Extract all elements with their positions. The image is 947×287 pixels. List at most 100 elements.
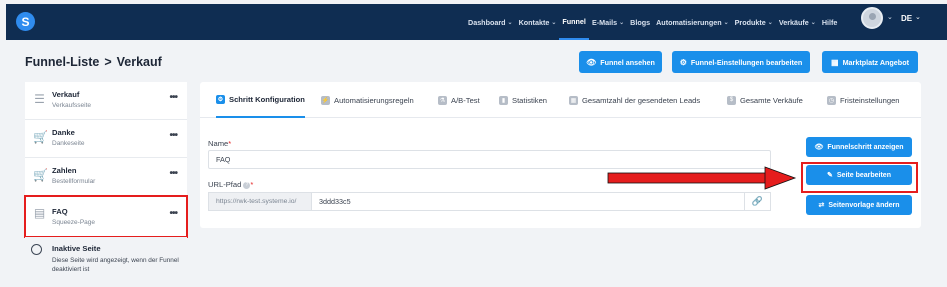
nav-label: Verkäufe xyxy=(778,17,809,27)
more-options-icon[interactable]: ••• xyxy=(169,130,177,141)
more-options-icon[interactable]: ••• xyxy=(169,208,177,219)
tab-label: A/B-Test xyxy=(451,95,480,105)
funnel-step-danke[interactable]: 🛒 Danke Dankeseite ••• xyxy=(25,120,187,158)
link-icon[interactable]: 🔗 xyxy=(745,192,771,211)
page-icon: ☰ xyxy=(34,92,45,106)
funnel-step-zahlen[interactable]: 🛒 Zahlen Bestellformular ••• xyxy=(25,158,187,196)
nav-dashboard[interactable]: Dashboard ⌄ xyxy=(465,4,516,40)
marketplace-icon: ▦ xyxy=(831,57,839,67)
config-icon: ⚙ xyxy=(216,94,225,104)
leads-icon: ▦ xyxy=(569,95,578,105)
cart-icon: 🛒 xyxy=(33,168,48,182)
step-settings-panel: ⚙ Schritt Konfiguration ⚡ Automatisierungs… xyxy=(200,82,921,228)
chevron-down-icon: ⌄ xyxy=(810,19,816,26)
chevron-down-icon: ⌄ xyxy=(507,19,513,26)
gear-icon: ⚙ xyxy=(679,57,687,67)
highlight-box xyxy=(801,162,918,193)
step-type: Squeeze-Page xyxy=(52,219,96,226)
settings-tabs: ⚙ Schritt Konfiguration ⚡ Automatisierungs… xyxy=(200,82,921,118)
marketplace-offer-button[interactable]: ▦ Marktplatz Angebot xyxy=(822,51,918,73)
nav-funnel[interactable]: Funnel xyxy=(559,4,589,40)
inactive-description: Diese Seite wird angezeigt, wenn der Fun… xyxy=(52,257,179,273)
funnel-step-verkauf[interactable]: ☰ Verkauf Verkaufsseite ••• xyxy=(25,82,187,120)
required-mark: * xyxy=(250,180,254,189)
step-type: Verkaufsseite xyxy=(52,102,92,109)
nav-kontakte[interactable]: Kontakte ⌄ xyxy=(516,4,560,40)
edit-funnel-settings-button[interactable]: ⚙ Funnel-Einstellungen bearbeiten xyxy=(672,51,810,73)
user-avatar[interactable] xyxy=(861,7,883,29)
systeme-logo[interactable]: S xyxy=(16,12,35,31)
tab-automatisierungsregeln[interactable]: ⚡ Automatisierungsregeln xyxy=(321,82,414,118)
label-text: Name xyxy=(208,139,229,148)
step-name: Danke xyxy=(52,128,75,137)
top-navbar: S Dashboard ⌄ Kontakte ⌄ Funnel E-Mails ⌄ B… xyxy=(6,4,947,40)
eye-icon: 👁 xyxy=(586,57,597,67)
name-label: Name* xyxy=(208,139,231,148)
step-name: Zahlen xyxy=(52,166,77,175)
nav-label: Produkte xyxy=(734,17,766,27)
chevron-down-icon[interactable]: ⌄ xyxy=(887,13,893,21)
button-label: Funnel-Einstellungen bearbeiten xyxy=(690,57,803,67)
annotation-arrow-icon xyxy=(607,166,797,190)
nav-label: Funnel xyxy=(562,16,586,26)
button-label: Seitenvorlage ändern xyxy=(828,201,900,209)
tab-label: Statistiken xyxy=(512,95,548,105)
chevron-down-icon: ⌄ xyxy=(767,19,773,26)
more-options-icon[interactable]: ••• xyxy=(169,92,177,103)
dollar-icon: $ xyxy=(727,95,736,105)
tab-fristeinstellungen[interactable]: ◷ Fristeinstellungen xyxy=(827,82,900,118)
nav-hilfe[interactable]: Hilfe xyxy=(819,4,841,40)
nav-label: Blogs xyxy=(630,17,651,27)
step-name: FAQ xyxy=(52,207,68,216)
eye-icon: 👁 xyxy=(814,144,824,151)
nav-emails[interactable]: E-Mails ⌄ xyxy=(589,4,627,40)
inactive-page-item[interactable]: Inaktive Seite Diese Seite wird angezeig… xyxy=(25,237,187,279)
tab-label: Schritt Konfiguration xyxy=(229,94,305,104)
view-funnel-button[interactable]: 👁 Funnel ansehen xyxy=(579,51,662,73)
tab-gesamte-verkaeufe[interactable]: $ Gesamte Verkäufe xyxy=(727,82,803,118)
url-path-field[interactable]: 3ddd33c5 xyxy=(311,192,745,211)
more-options-icon[interactable]: ••• xyxy=(169,168,177,179)
nav-blogs[interactable]: Blogs xyxy=(627,4,653,40)
swap-icon: ⇄ xyxy=(818,202,825,209)
tab-label: Gesamte Verkäufe xyxy=(740,95,803,105)
funnel-step-faq[interactable]: ▤ FAQ Squeeze-Page ••• xyxy=(24,195,188,238)
inactive-title: Inaktive Seite xyxy=(52,244,101,253)
button-label: Funnelschritt anzeigen xyxy=(827,143,904,151)
url-prefix: https://rwk-test.systeme.io/ xyxy=(208,192,312,211)
chevron-down-icon: ⌄ xyxy=(723,19,729,26)
funnel-steps-sidebar: ☰ Verkauf Verkaufsseite ••• 🛒 Danke Dank… xyxy=(24,82,188,279)
nav-label: Hilfe xyxy=(821,17,838,27)
main-nav: Dashboard ⌄ Kontakte ⌄ Funnel E-Mails ⌄ Blo… xyxy=(465,4,840,40)
nav-label: Kontakte xyxy=(518,17,550,27)
show-funnel-step-button[interactable]: 👁 Funnelschritt anzeigen xyxy=(806,137,912,157)
url-path-label: URL-Pfad? * xyxy=(208,180,253,189)
nav-automatisierungen[interactable]: Automatisierungen ⌄ xyxy=(653,4,732,40)
nav-produkte[interactable]: Produkte ⌄ xyxy=(732,4,776,40)
nav-label: E-Mails xyxy=(591,17,618,27)
tab-label: Automatisierungsregeln xyxy=(334,95,414,105)
tab-label: Fristeinstellungen xyxy=(840,95,900,105)
tab-statistiken[interactable]: ▮ Statistiken xyxy=(499,82,547,118)
nav-label: Dashboard xyxy=(468,17,506,27)
nav-label: Automatisierungen xyxy=(656,17,722,27)
breadcrumb-root[interactable]: Funnel-Liste xyxy=(25,55,99,69)
tab-gesendete-leads[interactable]: ▦ Gesamtzahl der gesendeten Leads xyxy=(569,82,700,118)
tab-ab-test[interactable]: ⚗ A/B-Test xyxy=(438,82,480,118)
automation-icon: ⚡ xyxy=(321,95,330,105)
tab-schritt-konfiguration[interactable]: ⚙ Schritt Konfiguration xyxy=(216,82,305,118)
required-mark: * xyxy=(228,139,232,148)
label-text: URL-Pfad xyxy=(208,180,242,189)
chevron-down-icon[interactable]: ⌄ xyxy=(915,13,921,21)
cart-icon: 🛒 xyxy=(33,130,48,144)
chevron-down-icon: ⌄ xyxy=(619,19,625,26)
breadcrumb-current: Verkauf xyxy=(116,55,162,69)
change-template-button[interactable]: ⇄ Seitenvorlage ändern xyxy=(806,195,912,215)
nav-verkaeufe[interactable]: Verkäufe ⌄ xyxy=(776,4,819,40)
tab-label: Gesamtzahl der gesendeten Leads xyxy=(582,95,701,105)
breadcrumb-separator: > xyxy=(104,55,112,69)
button-label: Marktplatz Angebot xyxy=(842,57,909,67)
language-selector[interactable]: DE xyxy=(901,14,912,23)
inactive-circle-icon xyxy=(31,244,42,255)
step-type: Dankeseite xyxy=(52,140,85,147)
